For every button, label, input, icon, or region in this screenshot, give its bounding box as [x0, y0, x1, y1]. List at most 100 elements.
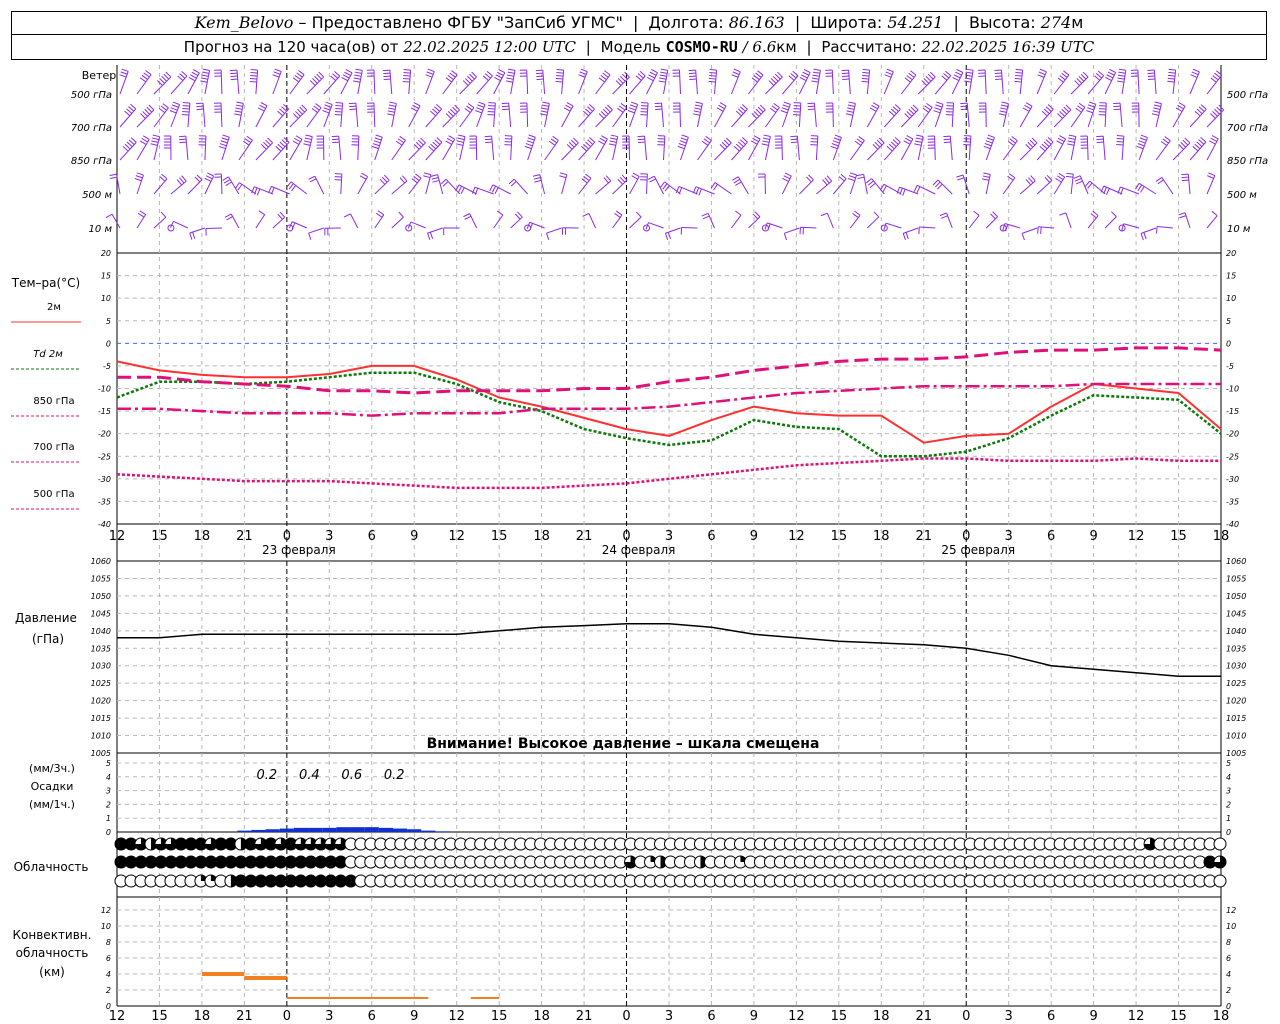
prec-tick-left: 2 — [106, 800, 111, 809]
temp-tick-left: -30 — [98, 475, 111, 484]
wind-barb-feather — [589, 137, 596, 143]
wind-barb-feather — [735, 143, 742, 150]
wind-barb — [1206, 74, 1223, 95]
hour-label: 3 — [325, 529, 333, 544]
wind-barb-feather — [1190, 74, 1198, 78]
wind-barb-feather — [1137, 143, 1145, 147]
wind-barb-feather — [165, 71, 172, 78]
wind-barb-feather — [179, 141, 187, 144]
wind-barb-feather — [296, 72, 303, 78]
wind-barb-feather — [397, 138, 405, 144]
wind-barb-feather — [477, 104, 485, 108]
wind-barb-feather — [432, 141, 439, 148]
wind-barb — [425, 141, 443, 161]
wind-barb-feather — [1056, 140, 1063, 145]
wind-barb-feather — [753, 135, 761, 140]
wind-barb-feather — [716, 107, 724, 112]
wind-barb-feather — [598, 140, 605, 145]
wind-barb-feather — [1080, 73, 1087, 80]
wind-barb — [578, 141, 596, 161]
wind-barb-feather — [1140, 233, 1144, 241]
wind-barb-feather — [762, 140, 770, 143]
prec-tick-right: 0 — [1226, 828, 1231, 837]
wind-barb-feather — [415, 173, 422, 179]
wind-barb — [665, 227, 681, 234]
wind-barb-feather — [602, 108, 609, 115]
wind-barb-feather — [705, 135, 712, 141]
wind-barb-feather — [1021, 233, 1025, 241]
wind-barb — [1053, 74, 1070, 95]
wind-barb-feather — [1116, 135, 1124, 137]
wind-barb-feather — [318, 71, 325, 78]
wind-barb-feather — [349, 105, 357, 108]
hour-label: 12 — [1128, 529, 1145, 544]
wind-barb-feather — [1116, 141, 1124, 143]
temperature-panel: Тем–ра(°С) 2м Td 2м 850 гПа 700 гПа 500 гПа — [11, 276, 1222, 510]
wind-barb-feather — [658, 80, 666, 83]
wind-barb-feather — [142, 111, 148, 117]
wind-barb-feather — [447, 74, 454, 80]
wind-barb — [136, 74, 152, 95]
wind-barb-feather — [182, 104, 190, 107]
wind-barb-feather — [498, 69, 506, 74]
wind-barb-feather — [783, 175, 791, 180]
wind-barb-feather — [388, 104, 396, 107]
conv-yunit: (км) — [39, 965, 65, 979]
wind-level-right: 10 м — [1227, 224, 1251, 235]
wind-barb-feather — [763, 134, 771, 138]
wind-barb-feather — [1041, 143, 1048, 150]
wind-barb-feather — [862, 74, 870, 77]
wind-barb-feather — [695, 187, 700, 195]
pres-tick-right: 1005 — [1226, 749, 1246, 758]
wind-barb-feather — [308, 175, 316, 180]
wind-barb — [111, 213, 121, 229]
wind-barb-feather — [998, 113, 1006, 116]
temp-tick-left: 15 — [101, 272, 111, 281]
wind-barb-feather — [842, 75, 850, 78]
wind-barb-feather — [489, 184, 494, 192]
wind-barb-feather — [403, 72, 411, 74]
wind-barb-feather — [181, 113, 189, 116]
wind-barb-feather — [1211, 135, 1219, 140]
hour-label: 12 — [788, 529, 805, 544]
wind-barb-feather — [1057, 113, 1063, 119]
wind-barb — [680, 137, 689, 161]
wind-barb-feather — [813, 68, 821, 71]
wind-barb-feather — [847, 104, 855, 107]
wind-barb-feather — [536, 78, 544, 81]
wind-barb-feather — [151, 137, 160, 141]
wind-barb — [731, 108, 748, 128]
wind-barb-feather — [200, 77, 208, 80]
wind-barb-feather — [694, 107, 702, 110]
wind-barb-feather — [886, 146, 893, 152]
wind-barb-feather — [566, 102, 574, 107]
wind-barb-feather — [1096, 73, 1103, 79]
wind-barb — [373, 102, 376, 128]
wind-barb — [323, 75, 341, 95]
wind-barb-feather — [1178, 102, 1186, 107]
wind-barb-feather — [387, 113, 395, 116]
wind-barb-feather — [1175, 107, 1183, 112]
wind-barb-feather — [698, 188, 702, 196]
wind-barb-feather — [1084, 180, 1091, 187]
wind-barb-feather — [243, 140, 250, 146]
temp-tick-left: -25 — [98, 452, 111, 461]
wind-barb-feather — [568, 141, 575, 148]
wind-barb-feather — [862, 68, 870, 71]
wind-barb-feather — [585, 173, 592, 179]
hour-label: 15 — [831, 1009, 848, 1024]
wind-barb-feather — [1198, 106, 1205, 112]
hour-label: 18 — [873, 1009, 890, 1024]
wind-barb-feather — [681, 134, 689, 138]
wind-barb-feather — [1045, 139, 1052, 145]
wind-barb-feather — [1211, 210, 1218, 217]
prec-bar — [407, 829, 422, 832]
wind-barb-feather — [874, 141, 881, 148]
wind-barb-feather — [635, 75, 642, 81]
wind-barb-feather — [1078, 75, 1085, 82]
wind-barb — [1123, 223, 1140, 229]
wind-barb-feather — [224, 213, 232, 218]
wind-barb-feather — [418, 139, 424, 146]
wind-barb — [1153, 70, 1157, 95]
temp-tick-right: 5 — [1226, 317, 1231, 326]
